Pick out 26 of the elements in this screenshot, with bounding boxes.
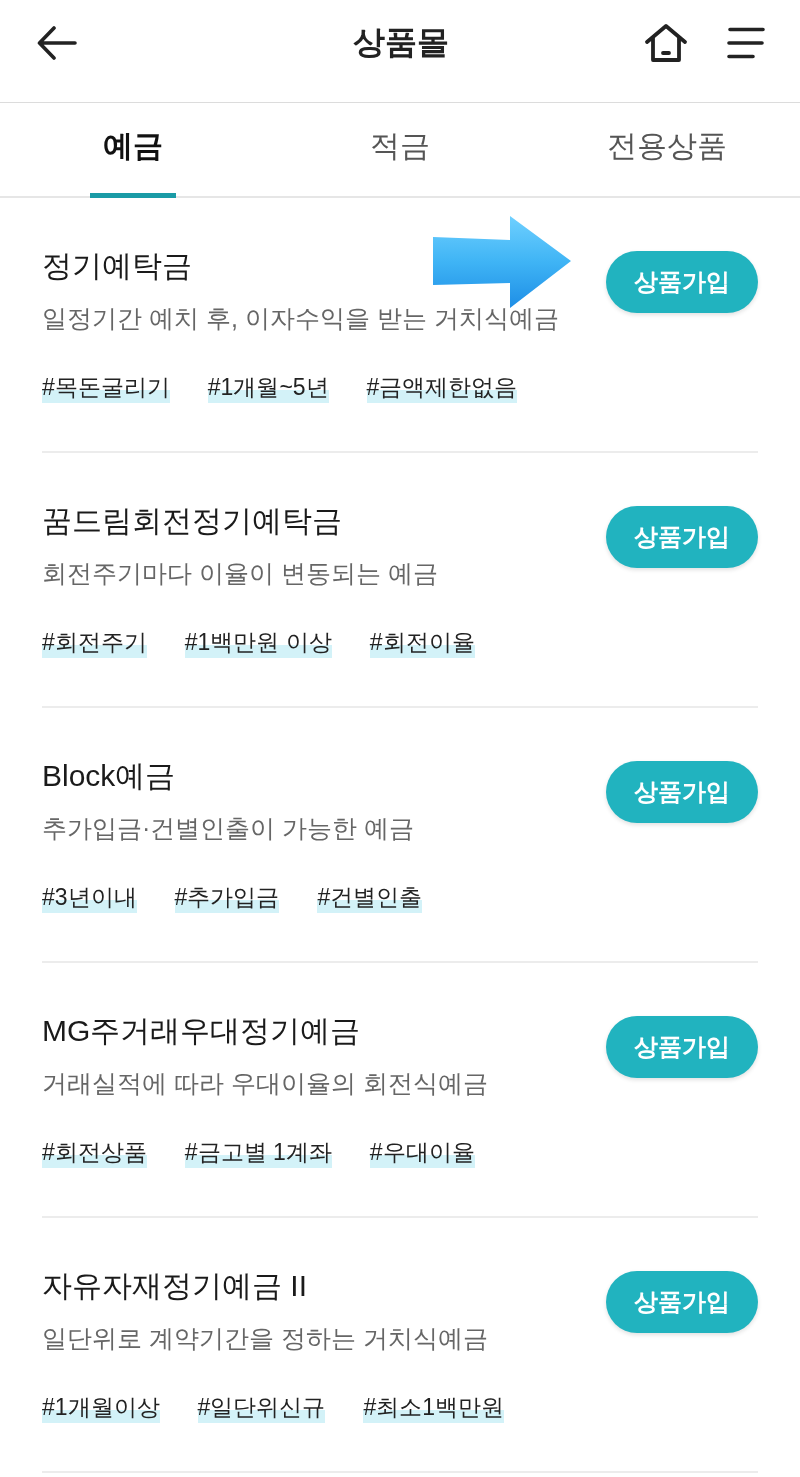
back-arrow-icon bbox=[37, 26, 77, 60]
join-button[interactable]: 상품가입 bbox=[606, 506, 758, 568]
product-description: 회전주기마다 이율이 변동되는 예금 bbox=[42, 558, 439, 589]
page-title: 상품몰 bbox=[353, 23, 449, 62]
join-button[interactable]: 상품가입 bbox=[606, 761, 758, 823]
product-description: 추가입금·건별인출이 가능한 예금 bbox=[42, 813, 416, 844]
tab[interactable]: 예금 bbox=[0, 103, 267, 196]
join-button[interactable]: 상품가입 bbox=[606, 1016, 758, 1078]
product-name: 자유자재정기예금 II bbox=[42, 1268, 308, 1304]
product-description: 거래실적에 따라 우대이율의 회전식예금 bbox=[42, 1068, 488, 1099]
product-description: 일단위로 계약기간을 정하는 거치식예금 bbox=[42, 1323, 489, 1354]
product-name: 꿈드림회전정기예탁금 bbox=[42, 503, 343, 539]
join-button[interactable]: 상품가입 bbox=[606, 1271, 758, 1333]
product-name: MG주거래우대정기예금 bbox=[42, 1013, 362, 1049]
arrow-icon bbox=[432, 215, 572, 309]
home-icon bbox=[644, 23, 688, 63]
home-button[interactable] bbox=[644, 23, 688, 63]
tab[interactable]: 전용상품 bbox=[533, 103, 800, 196]
back-button[interactable] bbox=[37, 26, 77, 60]
product-name: Block예금 bbox=[42, 758, 177, 794]
menu-icon bbox=[727, 27, 765, 59]
menu-button[interactable] bbox=[727, 27, 765, 59]
tab[interactable]: 적금 bbox=[266, 103, 534, 196]
product-name: 정기예탁금 bbox=[42, 248, 193, 284]
join-button[interactable]: 상품가입 bbox=[606, 251, 758, 313]
product-description: 일정기간 예치 후, 이자수익을 받는 거치식예금 bbox=[42, 303, 559, 334]
